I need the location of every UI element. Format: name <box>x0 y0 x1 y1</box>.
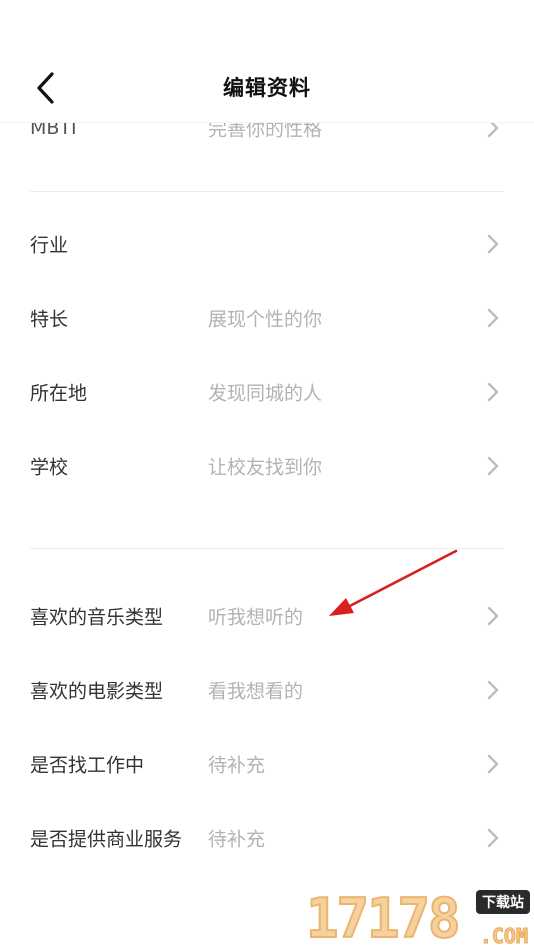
edit-profile-screen: MBTI 完善你的性格 编辑资料 行业 特长 展现个性的你 所在地 发现同城的人 <box>0 0 534 950</box>
chevron-right-icon <box>487 382 499 402</box>
chevron-right-icon <box>487 606 499 626</box>
row-value: 待补充 <box>208 828 266 851</box>
section-divider <box>30 548 504 549</box>
row-school[interactable]: 学校 让校友找到你 <box>0 429 534 503</box>
row-label: 特长 <box>30 308 69 331</box>
chevron-right-icon <box>487 680 499 700</box>
row-label: 是否找工作中 <box>30 754 145 777</box>
top-nav-bar: 编辑资料 <box>0 0 534 123</box>
row-label: 行业 <box>30 234 69 257</box>
row-movie-genre[interactable]: 喜欢的电影类型 看我想看的 <box>0 653 534 727</box>
row-value: 听我想听的 <box>208 606 304 629</box>
watermark-suffix: .COM <box>479 924 528 949</box>
watermark-digits: 17178 <box>305 887 462 950</box>
site-watermark: 17178 下载站 .COM <box>305 884 534 950</box>
row-value: 让校友找到你 <box>208 456 323 479</box>
row-industry[interactable]: 行业 <box>0 207 534 281</box>
row-value: 看我想看的 <box>208 680 304 703</box>
row-label: 喜欢的音乐类型 <box>30 606 164 629</box>
chevron-right-icon <box>487 828 499 848</box>
chevron-right-icon <box>487 308 499 328</box>
chevron-right-icon <box>487 234 499 254</box>
row-label: 喜欢的电影类型 <box>30 680 164 703</box>
page-title: 编辑资料 <box>223 76 311 100</box>
chevron-right-icon <box>487 754 499 774</box>
row-business-service[interactable]: 是否提供商业服务 待补充 <box>0 801 534 875</box>
watermark-tag: 下载站 <box>476 890 530 914</box>
row-job-seeking[interactable]: 是否找工作中 待补充 <box>0 727 534 801</box>
row-label: 所在地 <box>30 382 88 405</box>
row-specialty[interactable]: 特长 展现个性的你 <box>0 281 534 355</box>
section-divider <box>30 191 504 192</box>
row-location[interactable]: 所在地 发现同城的人 <box>0 355 534 429</box>
row-label: 是否提供商业服务 <box>30 828 183 851</box>
row-value: 发现同城的人 <box>208 382 323 405</box>
row-label: 学校 <box>30 456 69 479</box>
row-value: 待补充 <box>208 754 266 777</box>
row-value: 展现个性的你 <box>208 308 323 331</box>
row-music-genre[interactable]: 喜欢的音乐类型 听我想听的 <box>0 579 534 653</box>
chevron-right-icon <box>487 456 499 476</box>
